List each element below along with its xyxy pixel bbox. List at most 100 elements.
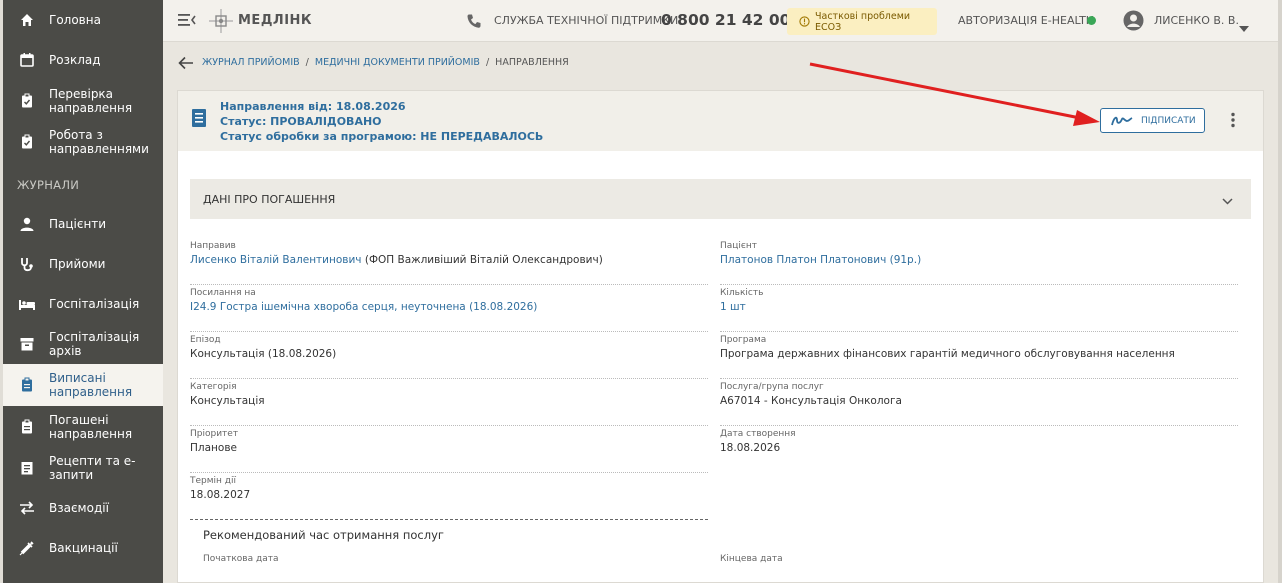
more-vert-icon[interactable]: [1230, 112, 1236, 132]
breadcrumb-item-journal[interactable]: ЖУРНАЛ ПРИЙОМІВ: [202, 57, 300, 68]
sidebar-item-label: Головна: [49, 13, 101, 27]
receipt-icon: [18, 459, 36, 477]
sidebar-item-label: Госпіталізація: [49, 297, 140, 311]
sidebar-item-hospitalization[interactable]: Госпіталізація: [3, 292, 163, 316]
breadcrumb-item-documents[interactable]: МЕДИЧНІ ДОКУМЕНТИ ПРИЙОМІВ: [315, 57, 480, 68]
home-icon: [18, 11, 36, 29]
start-date-label: Початкова дата: [203, 554, 279, 564]
document-icon: [191, 108, 207, 132]
calendar-icon: [18, 51, 36, 69]
sidebar-item-appointments[interactable]: Прийоми: [3, 252, 163, 276]
patient-link[interactable]: Платонов Платон Платонович (91р.): [720, 254, 921, 266]
organization-text: (ФОП Важливіший Віталій Олександрович): [361, 254, 603, 266]
sidebar-item-label: Робота з направленнями: [49, 128, 149, 156]
ehealth-auth-label[interactable]: АВТОРИЗАЦІЯ E-HEALTH: [958, 14, 1094, 27]
logo-icon: [207, 8, 235, 38]
redemption-section-header[interactable]: ДАНІ ПРО ПОГАШЕННЯ: [190, 179, 1251, 219]
field-quantity: Кількість 1 шт: [720, 288, 1238, 332]
support-phone: 0 800 21 42 00: [661, 11, 791, 29]
sidebar-item-check-referral[interactable]: Перевірка направлення: [3, 86, 163, 116]
sidebar-item-label: Рецепти та е-запити: [49, 454, 136, 482]
sidebar-item-vaccinations[interactable]: Вакцинації: [3, 536, 163, 560]
ecoz-warning-badge[interactable]: Часткові проблеми ЕСОЗ: [787, 8, 937, 35]
field-referred-by: Направив Лисенко Віталій Валентинович (Ф…: [190, 241, 708, 285]
sidebar-item-redeemed-referrals[interactable]: Погашені направлення: [3, 412, 163, 442]
stethoscope-icon: [18, 255, 36, 273]
section-title: ДАНІ ПРО ПОГАШЕННЯ: [203, 192, 336, 206]
sidebar-item-label: Прийоми: [49, 257, 106, 271]
clipboard-check-icon: [18, 133, 36, 151]
chevron-down-icon[interactable]: [1239, 17, 1249, 36]
syringe-icon: [18, 539, 36, 557]
user-name[interactable]: ЛИСЕНКО В. В.: [1154, 14, 1239, 27]
field-validity: Термін дії 18.08.2027: [190, 476, 708, 520]
sidebar-item-prescriptions[interactable]: Рецепти та е-запити: [3, 453, 163, 483]
sidebar-item-work-referrals[interactable]: Робота з направленнями: [3, 127, 163, 157]
sidebar-item-home[interactable]: Головна: [3, 8, 163, 32]
field-episode: Епізод Консультація (18.08.2026): [190, 335, 708, 379]
referral-card: Направлення від: 18.08.2026 Статус: ПРОВ…: [177, 90, 1264, 583]
sidebar-item-patients[interactable]: Пацієнти: [3, 212, 163, 236]
avatar[interactable]: [1123, 10, 1144, 35]
top-bar: МЕДЛІНК СЛУЖБА ТЕХНІЧНОЇ ПІДТРИМКИ 0 800…: [163, 0, 1279, 42]
field-label: Епізод: [190, 335, 221, 345]
field-label: Послуга/група послуг: [720, 382, 824, 392]
sidebar-item-schedule[interactable]: Розклад: [3, 48, 163, 72]
sidebar-item-label: Погашені направлення: [49, 413, 133, 441]
field-label: Посилання на: [190, 288, 256, 298]
field-label: Термін дії: [190, 476, 237, 486]
end-date-label: Кінцева дата: [720, 554, 783, 564]
breadcrumb-item-current: НАПРАВЛЕННЯ: [495, 57, 569, 68]
field-label: Категорія: [190, 382, 237, 392]
field-category: Категорія Консультація: [190, 382, 708, 426]
breadcrumb: ЖУРНАЛ ПРИЙОМІВ / МЕДИЧНІ ДОКУМЕНТИ ПРИЙ…: [202, 57, 569, 68]
clipboard-icon: [18, 418, 36, 436]
field-value: Консультація (18.08.2026): [190, 348, 337, 360]
sidebar-item-label: Госпіталізація архів: [49, 330, 140, 358]
doctor-link[interactable]: Лисенко Віталій Валентинович: [190, 254, 362, 266]
sidebar-item-hospitalization-archive[interactable]: Госпіталізація архів: [3, 330, 163, 358]
phone-icon: [466, 13, 482, 33]
referral-header: Направлення від: 18.08.2026 Статус: ПРОВ…: [178, 91, 1263, 151]
sidebar-item-label: Розклад: [49, 53, 101, 67]
program-status: Статус обробки за програмою: НЕ ПЕРЕДАВА…: [220, 130, 544, 143]
sidebar-item-interactions[interactable]: Взаємодії: [3, 496, 163, 520]
field-program: Програма Програма державних фінансових г…: [720, 335, 1238, 379]
field-value: А67014 - Консультація Онколога: [720, 395, 902, 407]
field-label: Направив: [190, 241, 236, 251]
field-value: Лисенко Віталій Валентинович (ФОП Важлив…: [190, 254, 603, 266]
referral-status: Статус: ПРОВАЛІДОВАНО: [220, 115, 382, 128]
sidebar-item-label: Виписані направлення: [49, 371, 133, 399]
field-label: Пацієнт: [720, 241, 757, 251]
sign-button-label: ПІДПИСАТИ: [1141, 115, 1196, 126]
field-priority: Пріоритет Планове: [190, 429, 708, 473]
sidebar-item-label: Перевірка направлення: [49, 87, 133, 115]
field-value: 18.08.2026: [720, 442, 781, 454]
clipboard-check-icon: [18, 92, 36, 110]
chevron-down-icon: [1222, 195, 1233, 208]
sidebar-item-issued-referrals[interactable]: Виписані направлення: [3, 364, 163, 406]
field-service: Послуга/група послуг А67014 - Консультац…: [720, 382, 1238, 426]
sidebar-section-label: ЖУРНАЛИ: [17, 178, 80, 192]
ehealth-status-dot: [1087, 16, 1096, 25]
recommended-time-title: Рекомендований час отримання послуг: [203, 528, 444, 542]
menu-collapse-icon[interactable]: [178, 12, 196, 31]
field-created-date: Дата створення 18.08.2026: [720, 429, 1238, 473]
quantity-value: 1 шт: [720, 301, 746, 313]
field-label: Дата створення: [720, 429, 796, 439]
breadcrumb-separator: /: [305, 57, 309, 68]
swap-icon: [18, 499, 36, 517]
referral-date: Направлення від: 18.08.2026: [220, 100, 406, 113]
sign-button[interactable]: ПІДПИСАТИ: [1100, 108, 1205, 133]
diagnosis-link[interactable]: I24.9 Гостра ішемічна хвороба серця, неу…: [190, 301, 537, 313]
back-arrow-icon[interactable]: [178, 55, 194, 74]
scrollbar[interactable]: [1278, 0, 1282, 583]
field-value: Консультація: [190, 395, 265, 407]
info-icon: [799, 16, 810, 27]
field-value: 18.08.2027: [190, 489, 251, 501]
sidebar-item-label: Пацієнти: [49, 217, 107, 231]
field-label: Кількість: [720, 288, 764, 298]
breadcrumb-separator: /: [485, 57, 490, 68]
person-icon: [18, 215, 36, 233]
bed-icon: [18, 295, 36, 313]
